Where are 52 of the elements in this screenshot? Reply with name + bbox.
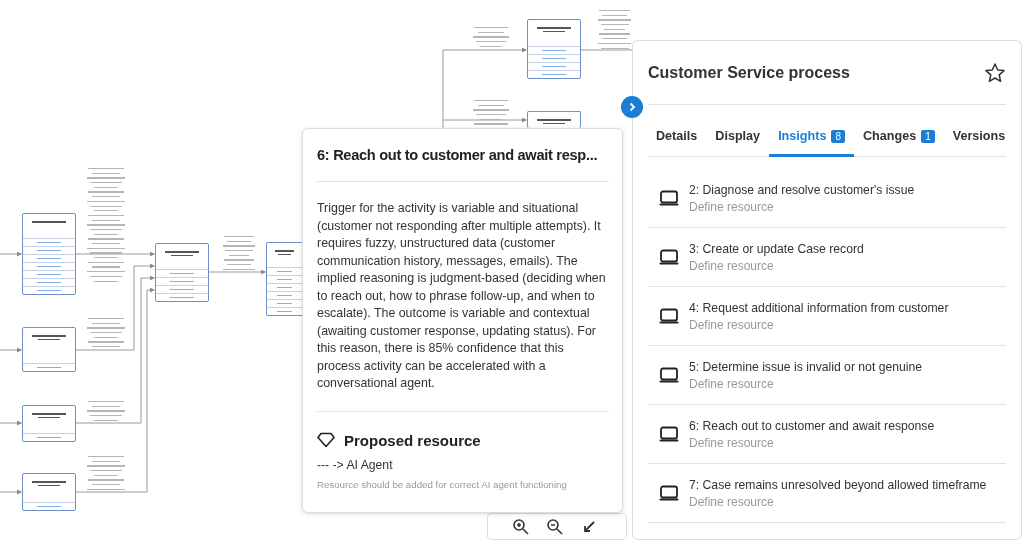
panel-title: Customer Service process: [648, 63, 850, 82]
laptop-icon: [659, 366, 679, 384]
diagram-node[interactable]: [266, 242, 302, 316]
diagram-node[interactable]: [22, 327, 76, 372]
edge-label-drawing: [597, 10, 632, 49]
edge-label-drawing: [86, 318, 126, 348]
insight-item[interactable]: 5: Determine issue is invalid or not genuine Define resource: [648, 346, 1006, 405]
insight-title: 5: Determine issue is invalid or not genuine: [689, 359, 923, 374]
resource-note: Resource should be added for correct AI agent functioning: [317, 478, 568, 490]
tab[interactable]: Versions: [943, 129, 1015, 157]
insight-item[interactable]: 3: Create or update Case record Define resource: [648, 228, 1006, 287]
diagram-node[interactable]: [22, 405, 76, 442]
diagram-node[interactable]: [155, 243, 209, 302]
edge-label-drawing: [86, 401, 126, 422]
popup-title: 6: Reach out to customer and await resp...: [317, 147, 598, 163]
insight-title: 3: Create or update Case record: [689, 241, 864, 256]
zoom-out-icon[interactable]: [546, 518, 564, 536]
tab[interactable]: Changes 1: [853, 129, 944, 157]
section-heading: Proposed resource: [344, 431, 481, 449]
zoom-in-icon[interactable]: [512, 518, 530, 536]
count-badge: 8: [831, 129, 845, 143]
diagram-node[interactable]: [527, 111, 581, 128]
laptop-icon: [659, 307, 679, 325]
diagram-node[interactable]: [22, 473, 76, 511]
tab[interactable]: Details: [648, 129, 707, 157]
resource-mapping: --- -> AI Agent: [317, 457, 394, 472]
star-icon[interactable]: [984, 61, 1006, 84]
edge-label-drawing: [472, 27, 510, 48]
edge-label-drawing: [86, 456, 126, 491]
count-badge: 1: [921, 129, 935, 143]
insight-item[interactable]: 7: Case remains unresolved beyond allowed timeframe Define resource: [648, 464, 1006, 523]
insight-item[interactable]: 6: Reach out to customer and await response Define resource: [648, 405, 1006, 464]
insight-description: Trigger for the activity is variable and situational (customer not responding after multiple attempts). It requires fuzzy, unstructured data (customer communication history, messages, emails). The implied reasoning is judgment-based (deciding when to reach out, how to phrase follow-up, and when to escalate). The outcome is variable and contextual (awaiting customer response, updating status). For this reason, there is 85% confidence that this process activity can be accelerated with a conversational agent.: [317, 200, 607, 392]
insight-title: 7: Case remains unresolved beyond allowed timeframe: [689, 477, 987, 492]
tab[interactable]: Display: [706, 129, 770, 157]
chevron-right-icon: [627, 102, 637, 112]
diagram-node[interactable]: [527, 19, 581, 79]
insight-title: 4: Request additional information from customer: [689, 300, 949, 315]
tab[interactable]: Insights 8: [769, 129, 854, 157]
laptop-icon: [659, 189, 679, 207]
edge-label-drawing: [222, 236, 256, 271]
laptop-icon: [659, 248, 679, 266]
insight-title: 6: Reach out to customer and await response: [689, 418, 935, 433]
diamond-icon: [317, 432, 335, 448]
laptop-icon: [659, 484, 679, 502]
insight-item[interactable]: 2: Diagnose and resolve customer's issue Define resource: [648, 169, 1006, 228]
collapse-button[interactable]: [621, 96, 643, 118]
diagram-node[interactable]: [22, 213, 76, 295]
laptop-icon: [659, 425, 679, 443]
insight-item[interactable]: 4: Request additional information from customer Define resource: [648, 287, 1006, 346]
insight-title: 2: Diagnose and resolve customer's issue: [689, 182, 915, 197]
edge-label-drawing: [472, 100, 510, 125]
